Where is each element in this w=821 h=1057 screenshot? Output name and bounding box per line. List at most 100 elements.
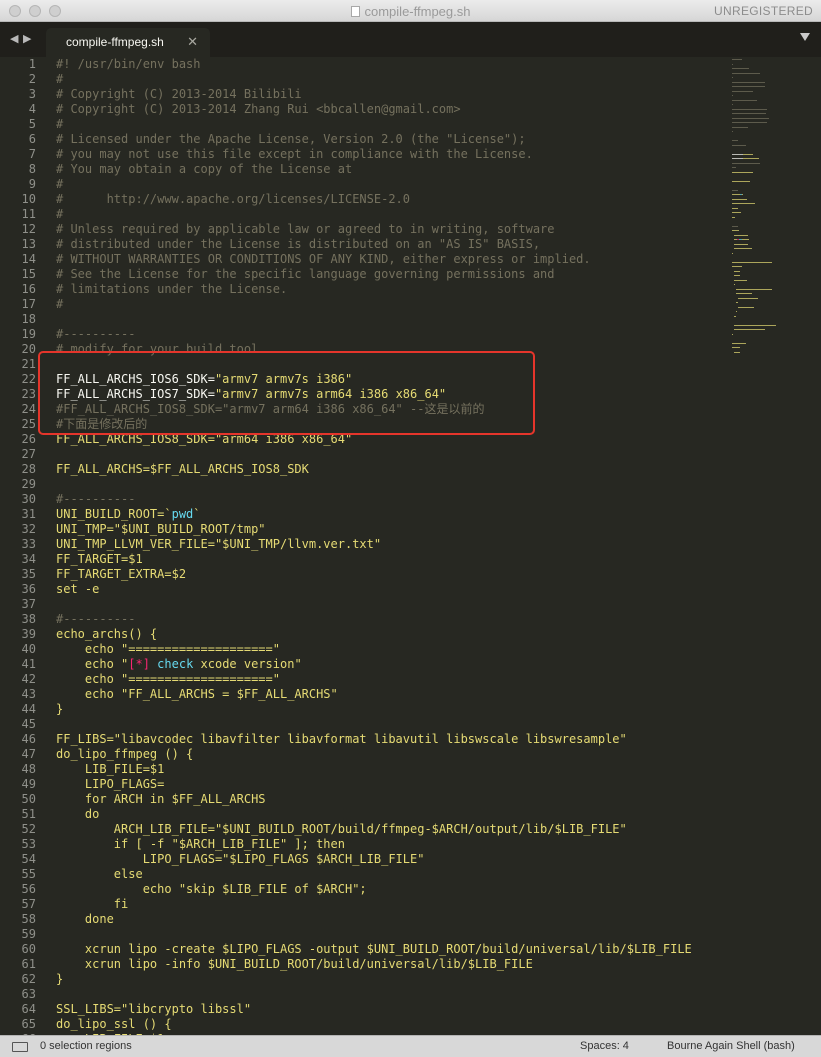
line-number: 51: [21, 807, 36, 821]
code-line[interactable]: 41 echo "[*] check xcode version": [0, 657, 730, 672]
code-line[interactable]: 4 # Copyright (C) 2013-2014 Zhang Rui <bb…: [0, 102, 730, 117]
code-line[interactable]: 58 done: [0, 912, 730, 927]
code-line[interactable]: 26 FF_ALL_ARCHS_IOS8_SDK="arm64 i386 x86_…: [0, 432, 730, 447]
code-line[interactable]: 48 LIB_FILE=$1: [0, 762, 730, 777]
code-line[interactable]: 40 echo "====================": [0, 642, 730, 657]
code-token: do_lipo_ffmpeg () {: [56, 747, 194, 761]
code-line[interactable]: 27: [0, 447, 730, 462]
code-line[interactable]: 59: [0, 927, 730, 942]
code-line[interactable]: 8 # You may obtain a copy of the License …: [0, 162, 730, 177]
minimap-line: [732, 86, 765, 87]
code-line[interactable]: 42 echo "====================": [0, 672, 730, 687]
close-icon[interactable]: ✕: [187, 34, 198, 50]
code-line[interactable]: 28 FF_ALL_ARCHS=$FF_ALL_ARCHS_IOS8_SDK: [0, 462, 730, 477]
code-line[interactable]: 16 # limitations under the License.: [0, 282, 730, 297]
code-text: do_lipo_ssl () {: [56, 1017, 172, 1032]
code-line[interactable]: 20 # modify for your build tool: [0, 342, 730, 357]
code-line[interactable]: 31 UNI_BUILD_ROOT=`pwd`: [0, 507, 730, 522]
code-line[interactable]: 33 UNI_TMP_LLVM_VER_FILE="$UNI_TMP/llvm.v…: [0, 537, 730, 552]
code-line[interactable]: 35 FF_TARGET_EXTRA=$2: [0, 567, 730, 582]
code-line[interactable]: 43 echo "FF_ALL_ARCHS = $FF_ALL_ARCHS": [0, 687, 730, 702]
code-line[interactable]: 13 # distributed under the License is dis…: [0, 237, 730, 252]
code-line[interactable]: 18: [0, 312, 730, 327]
code-line[interactable]: 25 #下面是修改后的: [0, 417, 730, 432]
tab-menu-chevron-down-icon[interactable]: [800, 33, 810, 41]
code-line[interactable]: 52 ARCH_LIB_FILE="$UNI_BUILD_ROOT/build/…: [0, 822, 730, 837]
code-line[interactable]: 21: [0, 357, 730, 372]
code-line[interactable]: 2 #: [0, 72, 730, 87]
line-number: 9: [28, 177, 36, 191]
line-number: 56: [21, 882, 36, 896]
code-line[interactable]: 51 do: [0, 807, 730, 822]
code-line[interactable]: 11 #: [0, 207, 730, 222]
code-line[interactable]: 15 # See the License for the specific lan…: [0, 267, 730, 282]
previous-tab-icon[interactable]: ◀: [10, 32, 18, 45]
code-line[interactable]: 62}: [0, 972, 730, 987]
code-line[interactable]: 61 xcrun lipo -info $UNI_BUILD_ROOT/buil…: [0, 957, 730, 972]
minimap[interactable]: [730, 57, 821, 1035]
code-line[interactable]: 46 FF_LIBS="libavcodec libavfilter libavf…: [0, 732, 730, 747]
code-line[interactable]: 38 #----------: [0, 612, 730, 627]
line-number: 29: [21, 477, 36, 491]
code-line[interactable]: 5 #: [0, 117, 730, 132]
code-line[interactable]: 17 #: [0, 297, 730, 312]
code-line[interactable]: 32 UNI_TMP="$UNI_BUILD_ROOT/tmp": [0, 522, 730, 537]
minimap-line: [732, 59, 742, 60]
code-line[interactable]: 30 #----------: [0, 492, 730, 507]
code-text: UNI_BUILD_ROOT=`pwd`: [56, 507, 201, 522]
code-line[interactable]: 3 # Copyright (C) 2013-2014 Bilibili: [0, 87, 730, 102]
code-line[interactable]: 50 for ARCH in $FF_ALL_ARCHS: [0, 792, 730, 807]
code-line[interactable]: 10 # http://www.apache.org/licenses/LICEN…: [0, 192, 730, 207]
line-number: 57: [21, 897, 36, 911]
code-line[interactable]: 34 FF_TARGET=$1: [0, 552, 730, 567]
code-line[interactable]: 60 xcrun lipo -create $LIPO_FLAGS -outpu…: [0, 942, 730, 957]
code-line[interactable]: 63: [0, 987, 730, 1002]
code-line[interactable]: 1 #! /usr/bin/env bash: [0, 57, 730, 72]
status-bar: 0 selection regions Spaces: 4 Bourne Aga…: [0, 1035, 821, 1057]
panel-toggle-icon[interactable]: [12, 1042, 28, 1052]
code-line[interactable]: 7 # you may not use this file except in c…: [0, 147, 730, 162]
code-line[interactable]: 6 # Licensed under the Apache License, Ve…: [0, 132, 730, 147]
code-token: LIPO_FLAGS="$LIPO_FLAGS $ARCH_LIB_FILE": [56, 852, 425, 866]
code-line[interactable]: 49 LIPO_FLAGS=: [0, 777, 730, 792]
code-line[interactable]: 65 do_lipo_ssl () {: [0, 1017, 730, 1032]
code-line[interactable]: 23 FF_ALL_ARCHS_IOS7_SDK="armv7 armv7s ar…: [0, 387, 730, 402]
code-line[interactable]: 64 SSL_LIBS="libcrypto libssl": [0, 1002, 730, 1017]
code-line[interactable]: 24 #FF_ALL_ARCHS_IOS8_SDK="armv7 arm64 i3…: [0, 402, 730, 417]
code-line[interactable]: 39 echo_archs() {: [0, 627, 730, 642]
code-line[interactable]: 47 do_lipo_ffmpeg () {: [0, 747, 730, 762]
code-token: # limitations under the License.: [56, 282, 288, 296]
code-line[interactable]: 36 set -e: [0, 582, 730, 597]
code-line[interactable]: 55 else: [0, 867, 730, 882]
tab-compile-ffmpeg[interactable]: compile-ffmpeg.sh ✕: [46, 28, 210, 57]
code-line[interactable]: 12 # Unless required by applicable law or…: [0, 222, 730, 237]
code-token: LIPO_FLAGS=: [56, 777, 165, 791]
code-token: #FF_ALL_ARCHS_IOS8_SDK="armv7 arm64 i386…: [56, 402, 485, 416]
code-line[interactable]: 14 # WITHOUT WARRANTIES OR CONDITIONS OF …: [0, 252, 730, 267]
code-token: do: [56, 807, 100, 821]
code-line[interactable]: 44}: [0, 702, 730, 717]
code-line[interactable]: 54 LIPO_FLAGS="$LIPO_FLAGS $ARCH_LIB_FIL…: [0, 852, 730, 867]
code-line[interactable]: 29: [0, 477, 730, 492]
line-number: 35: [21, 567, 36, 581]
code-line[interactable]: 19 #----------: [0, 327, 730, 342]
code-text: ARCH_LIB_FILE="$UNI_BUILD_ROOT/build/ffm…: [56, 822, 627, 837]
indentation-setting[interactable]: Spaces: 4: [580, 1040, 629, 1052]
code-token: echo "====================": [56, 642, 280, 656]
code-token: fi: [56, 897, 129, 911]
code-line[interactable]: 53 if [ -f "$ARCH_LIB_FILE" ]; then: [0, 837, 730, 852]
code-line[interactable]: 37: [0, 597, 730, 612]
syntax-setting[interactable]: Bourne Again Shell (bash): [667, 1040, 795, 1052]
code-editor[interactable]: 1 #! /usr/bin/env bash 2 #3 # Copyright (C) …: [0, 57, 730, 1035]
code-line[interactable]: 9 #: [0, 177, 730, 192]
code-token: `: [193, 507, 201, 521]
minimap-line: [732, 266, 742, 267]
code-line[interactable]: 22 FF_ALL_ARCHS_IOS6_SDK="armv7 armv7s i3…: [0, 372, 730, 387]
code-token: do_lipo_ssl () {: [56, 1017, 172, 1031]
code-text: FF_ALL_ARCHS_IOS6_SDK="armv7 armv7s i386…: [56, 372, 352, 387]
code-line[interactable]: 57 fi: [0, 897, 730, 912]
next-tab-icon[interactable]: ▶: [23, 32, 31, 45]
code-line[interactable]: 56 echo "skip $LIB_FILE of $ARCH";: [0, 882, 730, 897]
line-number: 11: [21, 207, 36, 221]
code-line[interactable]: 45: [0, 717, 730, 732]
